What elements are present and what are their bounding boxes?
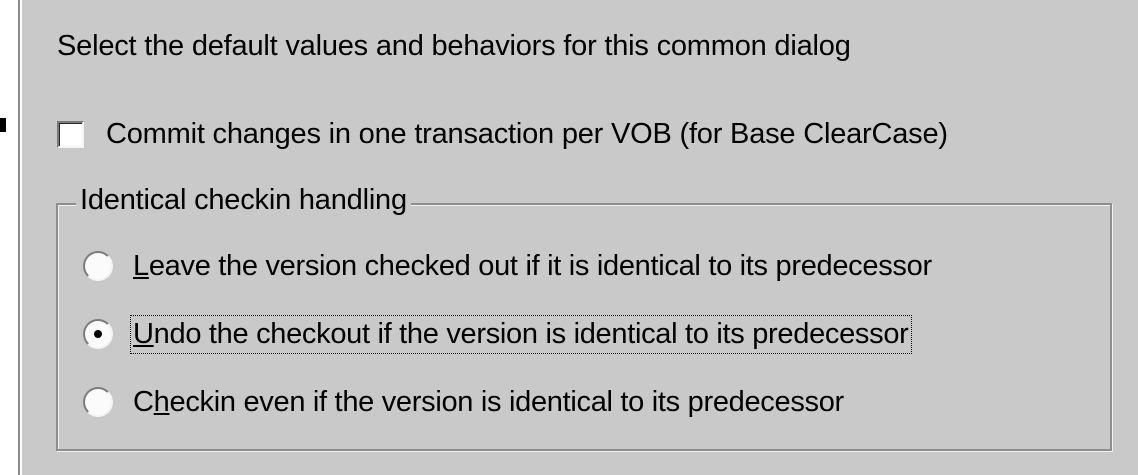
left-edge-marker bbox=[0, 118, 6, 132]
radio-button-checkin[interactable] bbox=[83, 387, 113, 417]
mnemonic-undo: U bbox=[133, 317, 154, 350]
radio-label-checkin[interactable]: Checkin even if the version is identical… bbox=[133, 386, 844, 419]
radio-text-leave: eave the version checked out if it is id… bbox=[148, 249, 932, 282]
radio-undo-checkout[interactable]: Undo the checkout if the version is iden… bbox=[83, 314, 912, 354]
radio-text-checkin: eckin even if the version is identical t… bbox=[169, 385, 845, 418]
radio-button-leave[interactable] bbox=[83, 251, 113, 281]
commit-checkbox-row[interactable]: Commit changes in one transaction per VO… bbox=[57, 114, 948, 154]
radio-prefix-checkin: C bbox=[133, 385, 154, 418]
radio-leave-checked-out[interactable]: Leave the version checked out if it is i… bbox=[83, 246, 932, 286]
groupbox-title: Identical checkin handling bbox=[76, 184, 411, 217]
commit-checkbox[interactable] bbox=[57, 120, 84, 148]
radio-label-leave[interactable]: Leave the version checked out if it is i… bbox=[133, 250, 932, 283]
radio-checkin-anyway[interactable]: Checkin even if the version is identical… bbox=[83, 382, 844, 422]
radio-selected-dot bbox=[94, 330, 102, 338]
radio-text-undo: ndo the checkout if the version is ident… bbox=[153, 317, 909, 350]
radio-button-undo[interactable] bbox=[83, 319, 113, 349]
left-background bbox=[0, 0, 12, 475]
panel-heading: Select the default values and behaviors … bbox=[57, 30, 851, 62]
mnemonic-leave: L bbox=[133, 249, 149, 282]
commit-checkbox-label[interactable]: Commit changes in one transaction per VO… bbox=[106, 118, 948, 151]
radio-label-undo[interactable]: Undo the checkout if the version is iden… bbox=[130, 314, 912, 354]
mnemonic-checkin: h bbox=[153, 385, 170, 418]
